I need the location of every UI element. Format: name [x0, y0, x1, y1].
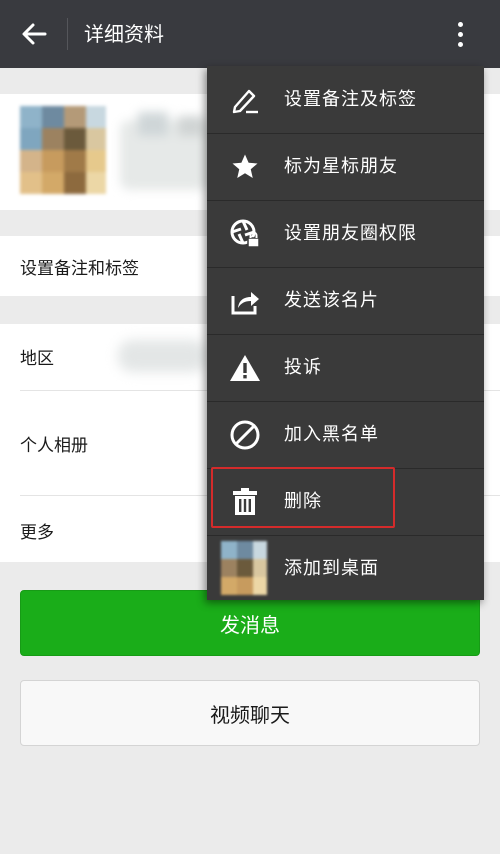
- trash-icon: [229, 486, 261, 518]
- nickname-blurred: [120, 112, 210, 190]
- region-value-blurred: [118, 340, 208, 372]
- album-label: 个人相册: [20, 436, 88, 456]
- more-dot-icon: [457, 21, 463, 27]
- menu-item-set-remark[interactable]: 设置备注及标签: [207, 66, 484, 133]
- menu-item-label: 添加到桌面: [284, 558, 379, 579]
- warning-icon: [229, 352, 261, 384]
- menu-item-complain[interactable]: 投诉: [207, 334, 484, 401]
- menu-item-add-to-desktop[interactable]: 添加到桌面: [207, 535, 484, 602]
- share-icon: [229, 285, 261, 317]
- region-label: 地区: [20, 349, 54, 369]
- menu-item-moments-permission[interactable]: 设置朋友圈权限: [207, 200, 484, 267]
- more-dot-icon: [457, 41, 463, 47]
- menu-item-label: 加入黑名单: [284, 424, 379, 445]
- more-options-button[interactable]: [442, 14, 478, 54]
- header-divider: [67, 18, 68, 50]
- menu-item-label: 设置备注及标签: [284, 89, 417, 110]
- back-button[interactable]: [14, 16, 54, 52]
- menu-item-star-friend[interactable]: 标为星标朋友: [207, 133, 484, 200]
- page-title: 详细资料: [84, 22, 164, 46]
- more-dot-icon: [457, 31, 463, 37]
- moments-lock-icon: [229, 218, 261, 250]
- more-label: 更多: [20, 523, 54, 543]
- menu-item-delete[interactable]: 删除: [207, 468, 484, 535]
- block-icon: [229, 419, 261, 451]
- pencil-icon: [229, 84, 261, 116]
- remark-row-label: 设置备注和标签: [20, 259, 139, 279]
- menu-item-label: 标为星标朋友: [284, 156, 398, 177]
- menu-item-blacklist[interactable]: 加入黑名单: [207, 401, 484, 468]
- options-menu: 设置备注及标签 标为星标朋友 设置朋友圈权限 发送该名片 投诉 加入黑名单 删除…: [207, 66, 484, 600]
- top-bar: 详细资料: [0, 0, 500, 68]
- menu-item-label: 删除: [284, 491, 322, 512]
- avatar[interactable]: [20, 106, 106, 194]
- menu-item-label: 投诉: [284, 357, 322, 378]
- back-arrow-icon: [22, 23, 47, 45]
- menu-item-send-card[interactable]: 发送该名片: [207, 267, 484, 334]
- avatar-thumbnail: [221, 541, 267, 595]
- menu-item-label: 发送该名片: [284, 290, 379, 311]
- star-icon: [229, 151, 261, 183]
- video-chat-button[interactable]: 视频聊天: [20, 680, 480, 746]
- menu-item-label: 设置朋友圈权限: [284, 223, 417, 244]
